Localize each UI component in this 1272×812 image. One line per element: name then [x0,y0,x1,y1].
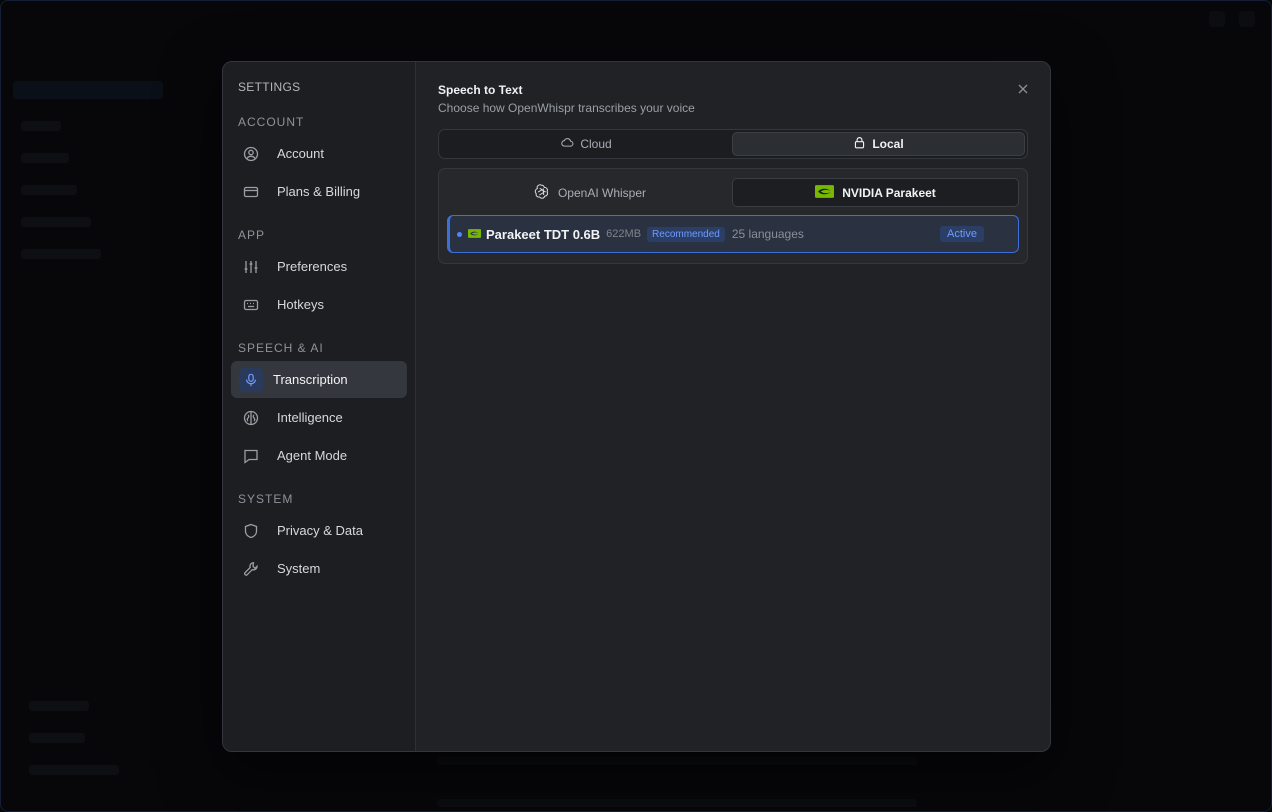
sidebar-item-label: System [277,561,321,576]
user-circle-icon [243,146,259,162]
sidebar-item-hotkeys[interactable]: Hotkeys [231,286,407,323]
sidebar-item-label: Intelligence [277,410,343,425]
tab-label: OpenAI Whisper [557,185,647,200]
settings-sidebar: SETTINGS ACCOUNT Account Plans & Billing… [223,62,416,751]
nav-group-system: SYSTEM Privacy & Data System [231,492,407,587]
tab-cloud[interactable]: Cloud [441,132,732,156]
tab-openai-whisper[interactable]: OpenAI Whisper [447,178,732,207]
chat-bubble-icon [243,448,259,464]
nvidia-icon [815,184,835,201]
sidebar-item-label: Hotkeys [277,297,324,312]
close-icon [1018,81,1028,97]
lock-icon [853,136,866,152]
transcription-panel: Speech to Text Choose how OpenWhispr tra… [416,62,1050,751]
credit-card-icon [243,184,259,200]
sidebar-item-label: Account [277,146,324,161]
mode-toggle: Cloud Local [438,129,1028,159]
nav-group-speech-ai: SPEECH & AI Transcription Intelligence A… [231,341,407,474]
sidebar-item-label: Agent Mode [277,448,348,463]
microphone-icon [239,367,263,392]
section-label-system: SYSTEM [238,492,294,506]
wrench-icon [243,561,259,577]
sidebar-item-plans-billing[interactable]: Plans & Billing [231,173,407,210]
nav-group-account: ACCOUNT Account Plans & Billing [231,115,407,210]
sidebar-item-intelligence[interactable]: Intelligence [231,399,407,436]
shield-icon [243,523,259,539]
tab-label: Local [872,137,904,151]
selected-indicator [457,231,462,237]
section-label-speech-ai: SPEECH & AI [238,341,324,355]
tab-label: Cloud [580,137,612,151]
engine-toggle: OpenAI Whisper NVIDIA Parakeet [447,178,1019,207]
cloud-icon [561,136,574,152]
nav-group-app: APP Preferences Hotkeys [231,228,407,323]
settings-modal: SETTINGS ACCOUNT Account Plans & Billing… [222,61,1051,752]
page-subtitle: Choose how OpenWhispr transcribes your v… [438,101,695,115]
keyboard-icon [243,297,259,313]
sidebar-item-label: Plans & Billing [277,184,361,199]
sidebar-item-label: Preferences [277,259,348,274]
sidebar-item-agent-mode[interactable]: Agent Mode [231,437,407,474]
nvidia-icon [468,225,481,243]
settings-title: SETTINGS [238,80,301,94]
sliders-icon [243,259,259,275]
sidebar-item-preferences[interactable]: Preferences [231,248,407,285]
brain-icon [243,410,259,426]
sidebar-item-label: Transcription [273,372,348,387]
page-title: Speech to Text [438,83,523,97]
tab-local[interactable]: Local [732,132,1025,156]
openai-icon [533,183,550,203]
sidebar-item-transcription[interactable]: Transcription [231,361,407,398]
model-languages: 25 languages [731,227,804,241]
status-badge: Active [940,226,984,242]
sidebar-item-privacy-data[interactable]: Privacy & Data [231,512,407,549]
section-label-app: APP [238,228,266,242]
section-label-account: ACCOUNT [238,115,305,129]
close-button[interactable] [1016,82,1030,96]
model-option-parakeet[interactable]: Parakeet TDT 0.6B 622MB Recommended 25 l… [447,215,1019,253]
recommended-badge: Recommended [647,226,725,242]
tab-nvidia-parakeet[interactable]: NVIDIA Parakeet [732,178,1019,207]
sidebar-item-account[interactable]: Account [231,135,407,172]
model-size: 622MB [606,228,642,240]
sidebar-item-system[interactable]: System [231,550,407,587]
sidebar-item-label: Privacy & Data [277,523,363,538]
model-name: Parakeet TDT 0.6B [486,226,601,242]
tab-label: NVIDIA Parakeet [842,185,936,200]
local-engine-panel: OpenAI Whisper NVIDIA Parakeet Parakeet … [438,168,1028,264]
